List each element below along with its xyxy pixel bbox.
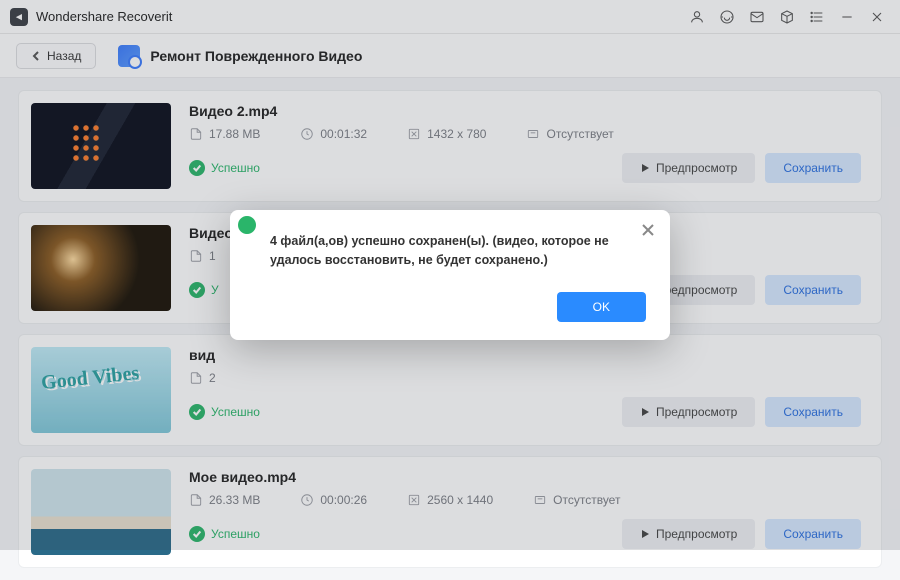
close-icon: [641, 223, 655, 237]
modal-overlay: 4 файл(а,ов) успешно сохранен(ы). (видео…: [0, 0, 900, 550]
modal-ok-button[interactable]: OK: [557, 292, 646, 322]
save-success-modal: 4 файл(а,ов) успешно сохранен(ы). (видео…: [230, 210, 670, 340]
modal-close-button[interactable]: [638, 220, 658, 240]
modal-message: 4 файл(а,ов) успешно сохранен(ы). (видео…: [270, 232, 646, 270]
